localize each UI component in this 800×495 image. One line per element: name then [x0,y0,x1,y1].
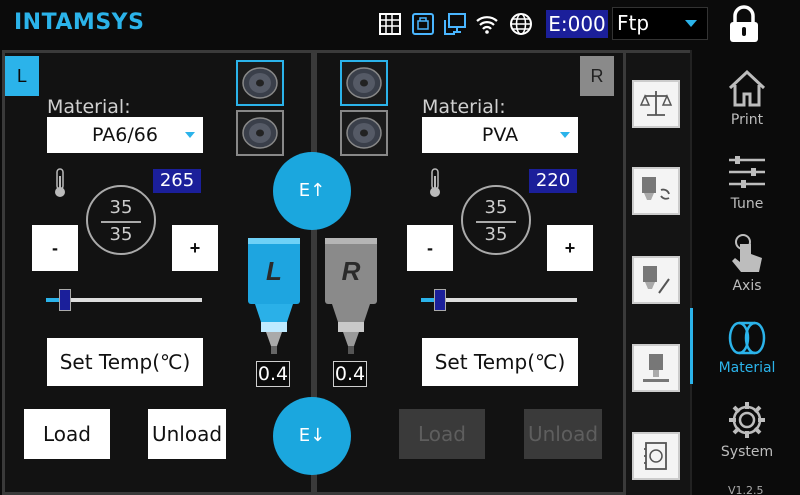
nav-tune-label: Tune [730,196,764,212]
nozzle-clean-button[interactable] [632,256,680,304]
nozzle-clean-icon [643,266,670,294]
chevron-down-icon [560,132,570,138]
left-temp-slider-thumb[interactable] [59,289,71,311]
right-nozzle-graphic[interactable]: R [322,238,380,358]
transfer-mode-dropdown[interactable]: Ftp [612,7,708,40]
left-current-temp: 35 [109,197,133,218]
lock-icon[interactable] [726,4,762,44]
right-target-temp: 220 [529,169,577,193]
chevron-down-icon [685,20,697,27]
balance-scale-button[interactable] [632,80,680,128]
nav-material-label: Material [718,360,776,376]
sliders-icon [729,156,765,188]
brand-logo: INTAMSYS [14,10,145,35]
right-set-temp-button[interactable]: Set Temp(℃) [422,338,578,386]
left-material-label: Material: [47,96,131,118]
calibration-icon [643,354,669,382]
active-nav-indicator [690,308,693,384]
printer-screen: INTAMSYS E:000 Ftp L R Material: PA6/66 … [0,0,800,495]
nav-axis[interactable]: Axis [712,232,782,294]
balance-icon [639,91,673,116]
camera-icon[interactable] [410,11,436,37]
firmware-version: V1.2.5 [728,484,764,495]
left-nozzle-size: 0.4 [256,361,290,387]
temp-divider [476,221,516,223]
left-unload-button[interactable]: Unload [148,409,226,459]
divider [690,50,692,495]
nav-axis-label: Axis [732,278,762,294]
right-temp-slider-thumb[interactable] [434,289,446,311]
spools-icon [728,321,766,355]
thermometer-icon [53,168,67,198]
right-material-label: Material: [422,96,506,118]
left-target-temp: 265 [153,169,201,193]
left-load-button[interactable]: Load [24,409,110,459]
right-temp-increment-button[interactable]: + [547,225,593,271]
grid-icon[interactable] [377,11,403,37]
right-temp-decrement-button[interactable]: - [407,225,453,271]
network-icon[interactable] [442,11,468,37]
nozzle-swap-icon [642,177,670,200]
left-spool-1-button[interactable] [236,60,284,106]
right-nozzle-size: 0.4 [333,361,367,387]
nav-system-label: System [720,444,774,460]
thermometer-icon [428,168,442,198]
nav-print[interactable]: Print [712,66,782,128]
right-spool-2-button[interactable] [340,110,388,156]
right-spool-1-button[interactable] [340,60,388,106]
left-material-value: PA6/66 [92,124,158,146]
home-icon [728,69,766,107]
nozzle-swap-button[interactable] [632,167,680,215]
left-material-dropdown[interactable]: PA6/66 [47,117,203,153]
extrusion-counter: E:000 [546,10,608,38]
right-material-value: PVA [481,124,519,146]
right-extruder-tab[interactable]: R [580,56,614,96]
nav-print-label: Print [730,112,764,128]
right-temp-dial: 35 35 [461,185,531,255]
chevron-down-icon [185,132,195,138]
spool-info-button[interactable] [632,432,680,480]
extrude-down-button[interactable]: E↓ [273,397,351,475]
right-load-button[interactable]: Load [399,409,485,459]
right-material-dropdown[interactable]: PVA [422,117,578,153]
left-nozzle-graphic[interactable]: L [245,238,303,358]
left-set-temp: 35 [109,224,133,245]
left-spool-2-button[interactable] [236,110,284,156]
left-set-temp-button[interactable]: Set Temp(℃) [47,338,203,386]
hand-icon [732,234,762,272]
left-temp-decrement-button[interactable]: - [32,225,78,271]
right-set-temp: 35 [484,224,508,245]
spool-info-icon [644,442,667,470]
globe-icon[interactable] [508,11,534,37]
gear-icon [729,402,765,438]
transfer-mode-value: Ftp [617,11,650,35]
right-current-temp: 35 [484,197,508,218]
temp-divider [101,221,141,223]
left-temp-increment-button[interactable]: + [172,225,218,271]
wifi-icon[interactable] [474,11,500,37]
right-nozzle-label: R [342,256,361,286]
left-temp-dial: 35 35 [86,185,156,255]
nav-system[interactable]: System [712,398,782,460]
left-extruder-tab[interactable]: L [5,56,39,96]
left-nozzle-label: L [266,256,282,286]
nav-tune[interactable]: Tune [712,150,782,212]
right-unload-button[interactable]: Unload [524,409,602,459]
extrude-up-button[interactable]: E↑ [273,152,351,230]
calibration-button[interactable] [632,344,680,392]
nav-material[interactable]: Material [712,314,782,376]
